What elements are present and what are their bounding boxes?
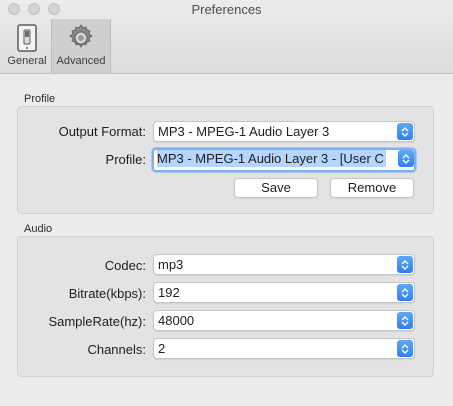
title-bar: Preferences General Advanced — [0, 0, 453, 74]
chevron-updown-icon — [397, 256, 413, 273]
preferences-window: Preferences General Advanced Profile Out — [0, 0, 453, 406]
bitrate-label: Bitrate(kbps): — [68, 286, 146, 301]
chevron-updown-icon — [398, 150, 414, 167]
samplerate-value: 48000 — [158, 313, 195, 328]
audio-group-label: Audio — [24, 223, 53, 235]
toolbar-tab-advanced[interactable]: Advanced — [51, 19, 111, 73]
chevron-updown-icon — [397, 340, 413, 357]
chevron-updown-icon — [397, 123, 413, 140]
remove-button[interactable]: Remove — [330, 178, 414, 198]
profile-label: Profile: — [105, 152, 146, 167]
channels-value: 2 — [158, 341, 166, 356]
toolbar-tab-general-label: General — [7, 55, 47, 67]
toolbar-tab-advanced-label: Advanced — [56, 55, 106, 67]
samplerate-label: SampleRate(hz): — [48, 314, 146, 329]
codec-label: Codec: — [104, 258, 146, 273]
profile-group-label: Profile — [24, 93, 56, 105]
window-title: Preferences — [191, 2, 262, 17]
profile-select[interactable]: MP3 - MPEG-1 Audio Layer 3 - [User C — [152, 148, 416, 172]
codec-select[interactable]: mp3 — [153, 254, 415, 275]
output-format-select[interactable]: MP3 - MPEG-1 Audio Layer 3 — [153, 121, 415, 142]
toolbar-tab-general[interactable]: General — [4, 19, 50, 73]
output-format-label: Output Format: — [58, 124, 146, 139]
switch-icon — [17, 24, 37, 52]
chevron-updown-icon — [397, 312, 413, 329]
save-button[interactable]: Save — [234, 178, 318, 198]
channels-select[interactable]: 2 — [153, 338, 415, 359]
bitrate-value: 192 — [158, 285, 180, 300]
channels-label: Channels: — [87, 342, 146, 357]
bitrate-select[interactable]: 192 — [153, 282, 415, 303]
samplerate-select[interactable]: 48000 — [153, 310, 415, 331]
chevron-updown-icon — [397, 284, 413, 301]
profile-value: MP3 - MPEG-1 Audio Layer 3 - [User C — [157, 150, 386, 167]
codec-value: mp3 — [158, 257, 184, 272]
output-format-value: MP3 - MPEG-1 Audio Layer 3 — [158, 124, 330, 139]
gear-icon — [69, 24, 93, 48]
